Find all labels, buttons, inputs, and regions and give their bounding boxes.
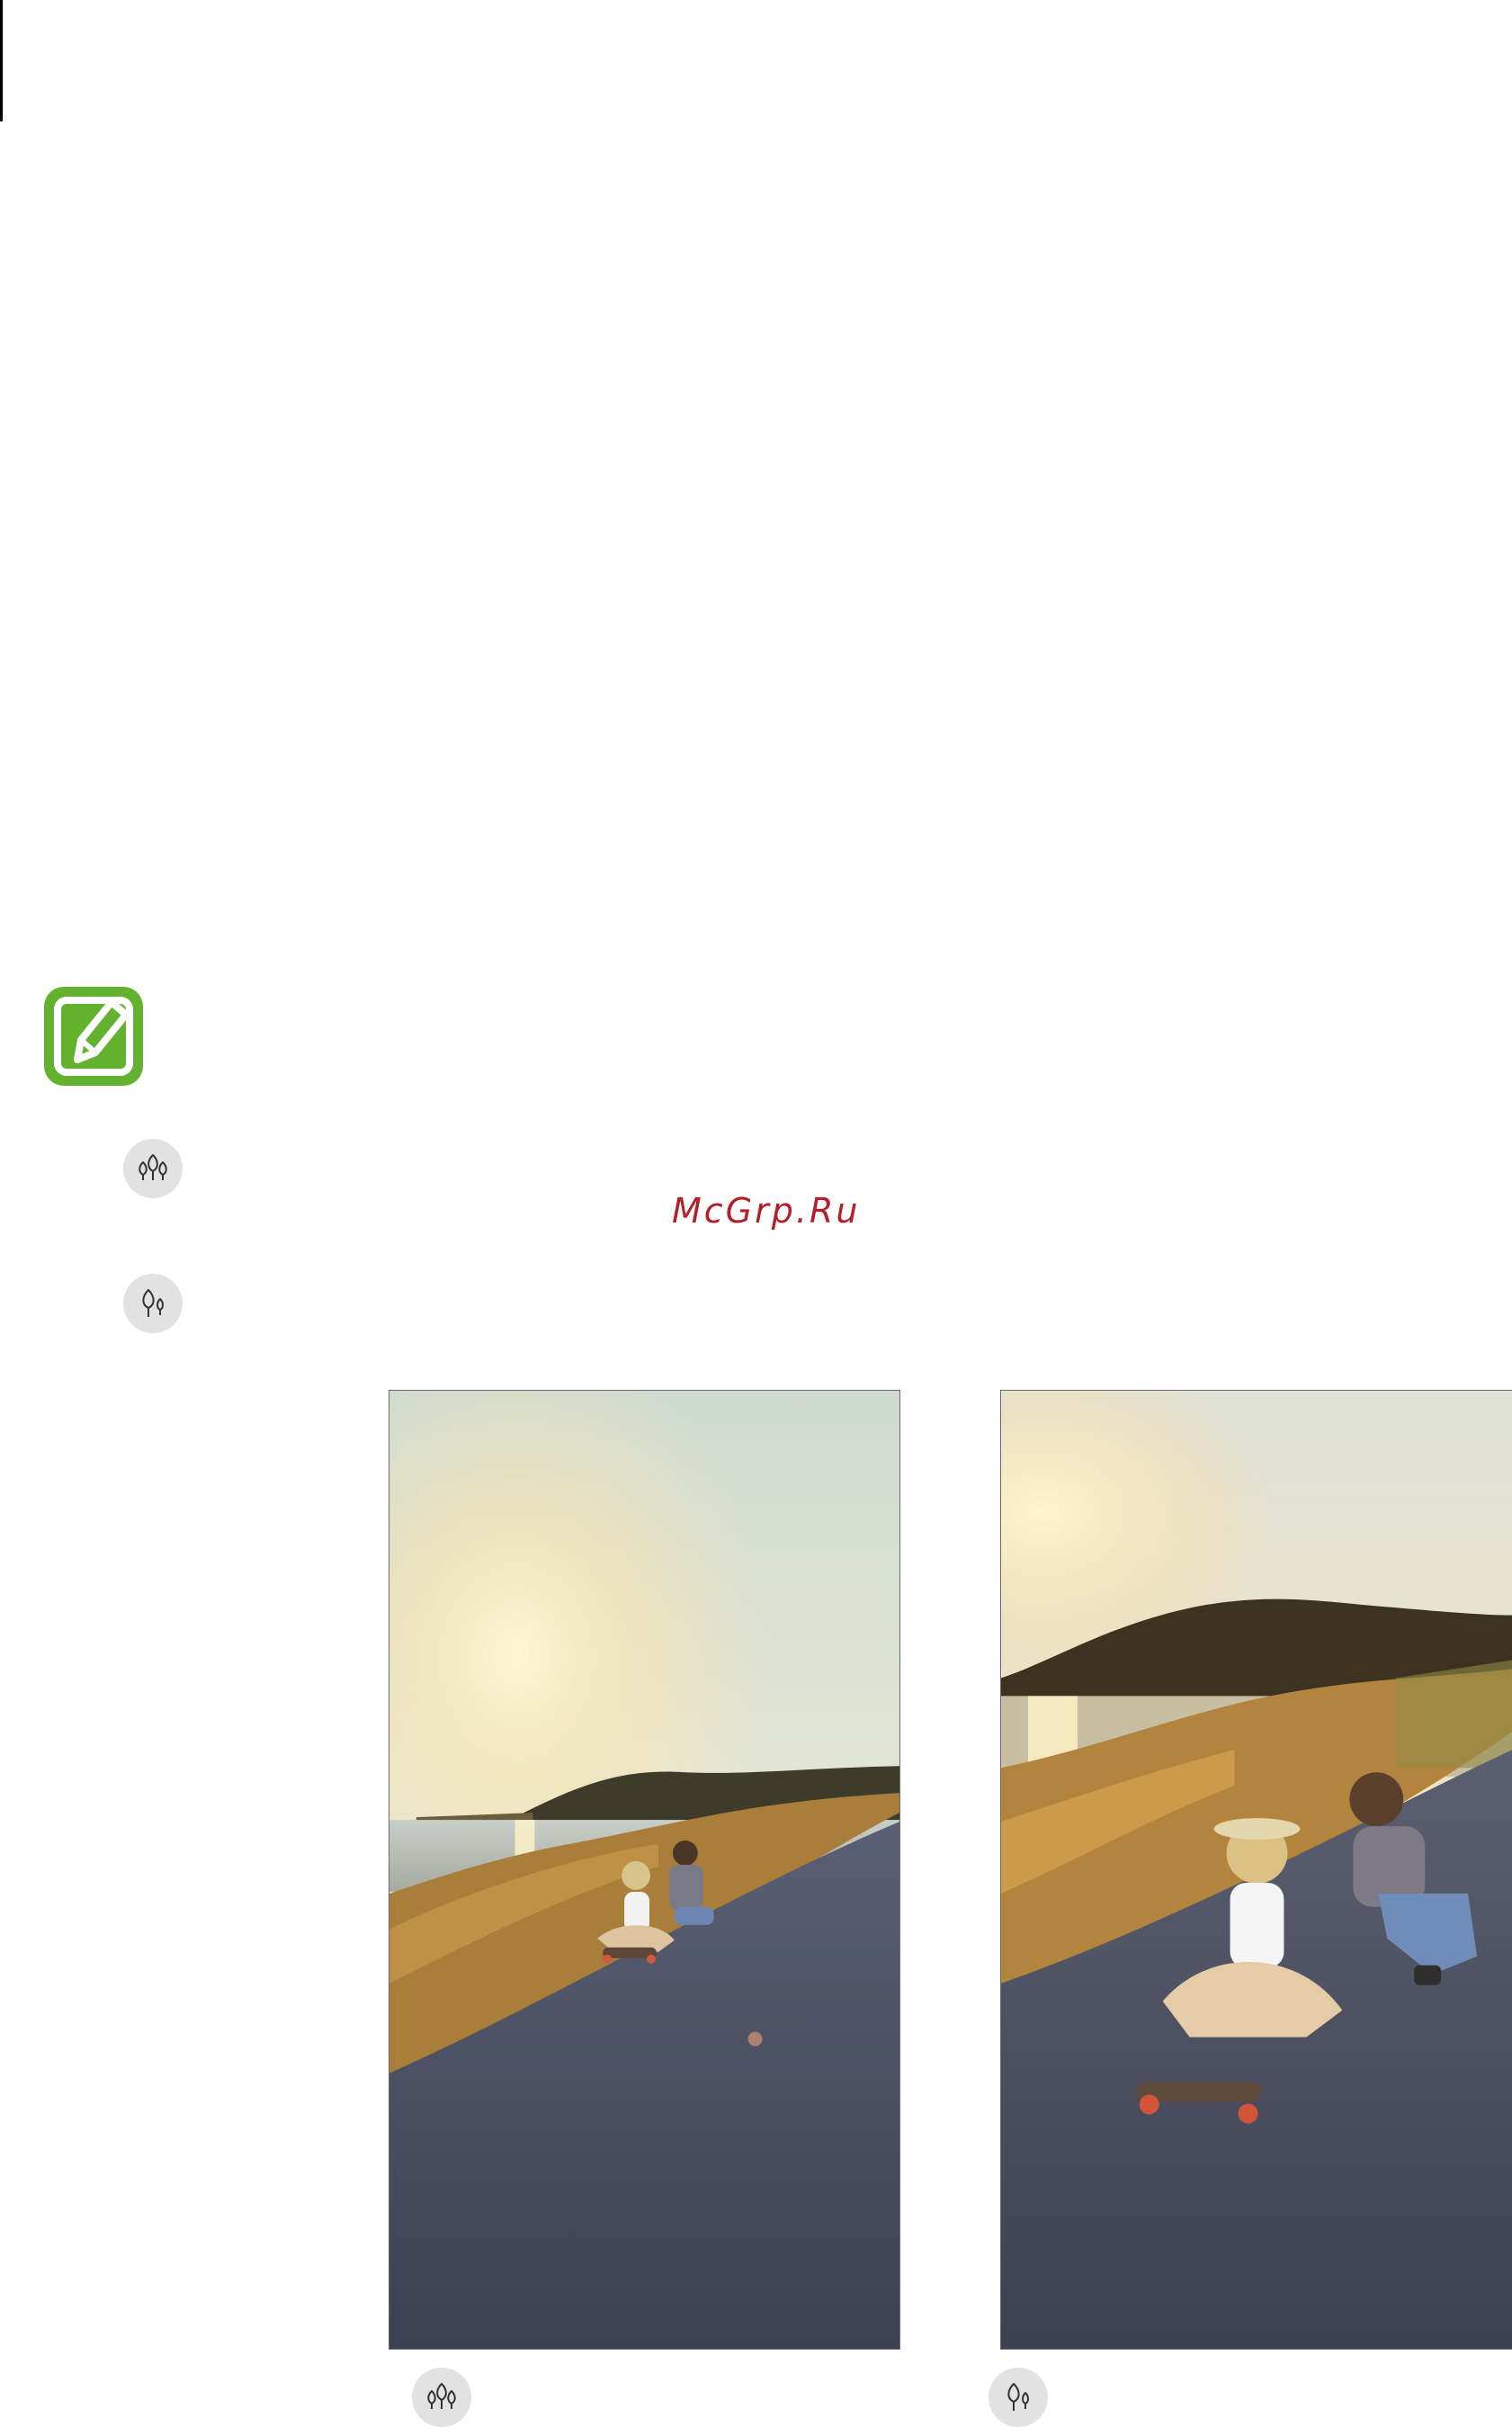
watermark: McGrp.Ru: [672, 1191, 861, 1231]
page-edge-line: [0, 0, 3, 121]
normal-lens-icon: [123, 1274, 183, 1333]
wide-angle-lens-icon: [123, 1139, 183, 1198]
normal-lens-icon: [989, 2368, 1048, 2427]
wide-angle-photo: [389, 1390, 900, 2350]
note-pencil-icon: [41, 984, 146, 1088]
wide-angle-lens-icon: [412, 2368, 471, 2427]
normal-photo: [1000, 1390, 1512, 2350]
